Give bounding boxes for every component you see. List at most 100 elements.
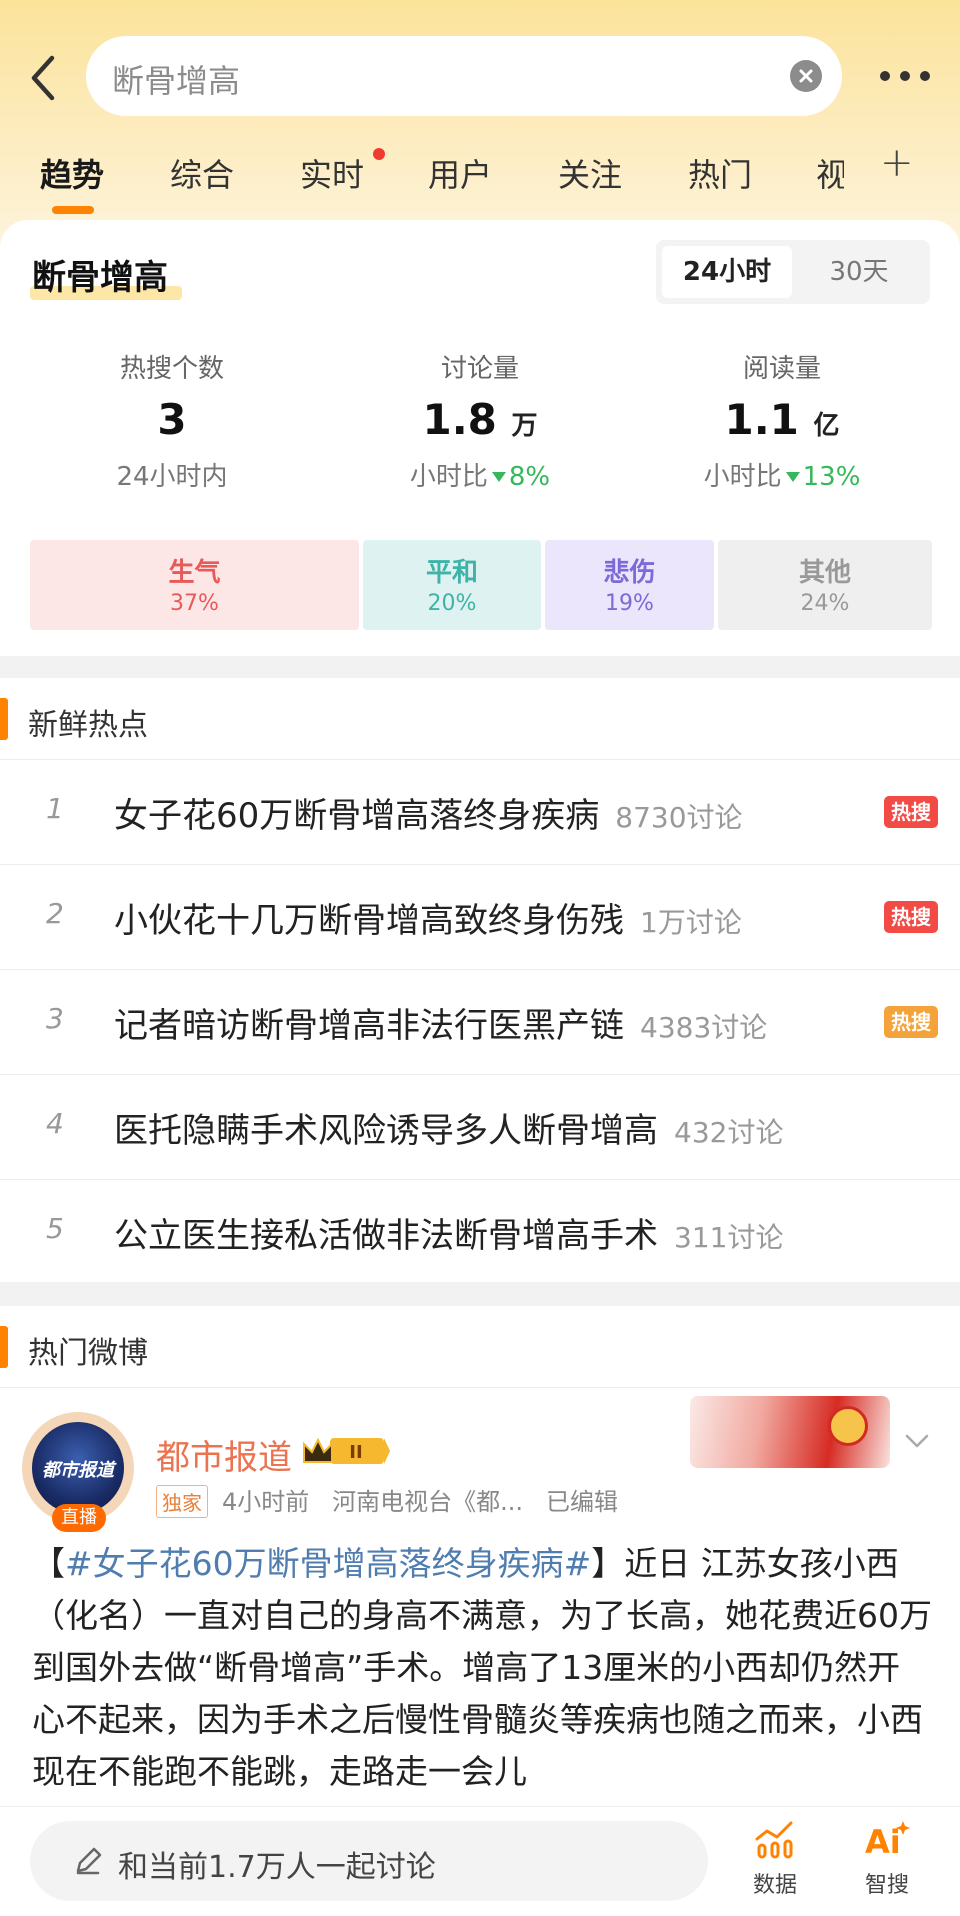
tab-comprehensive[interactable]: 综合 [170,150,234,196]
close-icon [799,69,813,83]
edited-label: 已编辑 [545,1488,618,1516]
stat-value: 1.8 万 [422,395,538,444]
discussion-count: 4383讨论 [640,1011,768,1044]
section-header: 热门微博 [0,1306,960,1388]
clear-search-button[interactable] [790,60,822,92]
hot-topic-row[interactable]: 2 小伙花十几万断骨增高致终身伤残 1万讨论 热搜 [0,865,960,970]
hashtag-link[interactable]: #女子花60万断骨增高落终身疾病# [65,1544,591,1583]
data-button[interactable]: 数据 [730,1819,820,1899]
hot-weibo-section: 热门微博 都市报道 直播 都市报道 II 独家 4小时前 河南电视台《都... 已… [0,1306,960,1826]
level-label: II [349,1442,362,1463]
search-result-page: 断骨增高 趋势 综合 实时 用户 关注 热门 视 + 断骨增高 24小时 30天… [0,0,960,1916]
more-dot-icon [880,71,890,81]
stat-label: 讨论量 [440,354,519,384]
emblem-icon [828,1406,868,1446]
stat-label: 热搜个数 [119,354,224,384]
hot-topic-row[interactable]: 5 公立医生接私活做非法断骨增高手术 311讨论 [0,1180,960,1285]
topic-title: 断骨增高 [32,258,168,298]
avatar-logo-text: 都市报道 [42,1460,114,1481]
discussion-count: 8730讨论 [615,801,743,834]
ai-icon: Ai [865,1821,910,1861]
rank-number: 1 [46,792,64,825]
hot-topic-row[interactable]: 1 女子花60万断骨增高落终身疾病 8730讨论 热搜 [0,760,960,865]
topic-title: 女子花60万断骨增高落终身疾病 8730讨论 [114,796,743,836]
stat-read-volume: 阅读量 1.1 亿 小时比 13% [632,348,932,493]
range-24h-option[interactable]: 24小时 [662,246,792,298]
vip-crown-icon: II [303,1437,390,1464]
stat-discussion-volume: 讨论量 1.8 万 小时比 8% [330,348,630,493]
avatar[interactable]: 都市报道 直播 [22,1412,134,1532]
emotion-other[interactable]: 其他 24% [718,540,932,630]
trend-overview-card: 断骨增高 24小时 30天 热搜个数 3 24小时内 讨论量 1.8 万 小时比… [0,220,960,656]
stat-value: 3 [157,395,187,444]
hot-search-badge: 热搜 [884,796,938,828]
section-header: 新鲜热点 [0,678,960,760]
post-content[interactable]: 【#女子花60万断骨增高落终身疾病#】近日 江苏女孩小西（化名）一直对自己的身高… [32,1538,932,1798]
discussion-count: 311讨论 [674,1221,784,1254]
avatar-image: 都市报道 [32,1422,124,1514]
emotion-calm[interactable]: 平和 20% [363,540,541,630]
stat-hot-search-count: 热搜个数 3 24小时内 [22,348,322,493]
down-arrow-icon [785,472,800,482]
rank-number: 3 [46,1002,64,1035]
topic-title: 公立医生接私活做非法断骨增高手术 311讨论 [114,1216,784,1256]
post-meta: 独家 4小时前 河南电视台《都... 已编辑 [156,1482,618,1518]
chevron-down-icon[interactable] [904,1432,930,1450]
tab-following[interactable]: 关注 [558,150,622,196]
rank-number: 2 [46,897,64,930]
section-accent-bar [0,1326,8,1368]
section-title: 新鲜热点 [28,708,148,743]
discussion-count: 1万讨论 [640,906,742,939]
hot-search-badge: 热搜 [884,1006,938,1038]
more-options-button[interactable] [878,64,932,90]
live-badge: 直播 [52,1504,106,1532]
tool-label: 数据 [752,1873,797,1898]
back-button[interactable] [22,48,66,108]
hot-topic-row[interactable]: 4 医托隐瞒手术风险诱导多人断骨增高 432讨论 [0,1075,960,1180]
more-dot-icon [900,71,910,81]
stat-sub: 小时比 13% [703,462,861,492]
back-arrow-icon [31,55,55,101]
tab-realtime[interactable]: 实时 [300,150,364,196]
svg-text:Ai: Ai [865,1823,901,1859]
tab-video[interactable]: 视 [816,150,844,196]
rank-number: 5 [46,1212,64,1245]
emotion-sad[interactable]: 悲伤 19% [545,540,714,630]
stat-sub: 小时比 8% [409,462,551,492]
header: 断骨增高 趋势 综合 实时 用户 关注 热门 视 + [0,0,960,250]
post-time: 4小时前 [222,1488,310,1516]
author-name[interactable]: 都市报道 [156,1430,292,1479]
down-arrow-icon [491,472,506,482]
search-input[interactable]: 断骨增高 [86,36,842,116]
emotion-angry[interactable]: 生气 37% [30,540,359,630]
more-dot-icon [920,71,930,81]
active-tab-indicator [52,206,94,214]
section-title: 热门微博 [28,1336,148,1371]
hot-topic-row[interactable]: 3 记者暗访断骨增高非法行医黑产链 4383讨论 热搜 [0,970,960,1075]
ai-search-button[interactable]: Ai 智搜 [842,1819,932,1899]
post-source: 河南电视台《都... [332,1488,524,1516]
tab-users[interactable]: 用户 [428,150,492,196]
fresh-hot-topics-section: 新鲜热点 1 女子花60万断骨增高落终身疾病 8730讨论 热搜 2 小伙花十几万… [0,678,960,1282]
topic-title: 医托隐瞒手术风险诱导多人断骨增高 432讨论 [114,1111,784,1151]
discuss-input[interactable]: 和当前1.7万人一起讨论 [30,1821,708,1901]
stat-label: 阅读量 [742,354,821,384]
add-tab-button[interactable]: + [880,140,914,186]
decorative-banner [690,1396,890,1468]
tool-label: 智搜 [864,1873,909,1898]
tab-bar: 趋势 综合 实时 用户 关注 热门 视 + [0,140,960,220]
exclusive-tag: 独家 [156,1485,208,1518]
discuss-placeholder: 和当前1.7万人一起讨论 [118,1850,436,1885]
chart-icon [755,1821,793,1859]
tab-hot[interactable]: 热门 [688,150,752,196]
topic-title: 小伙花十几万断骨增高致终身伤残 1万讨论 [114,901,742,941]
search-query: 断骨增高 [112,62,241,100]
range-30d-option[interactable]: 30天 [794,246,924,298]
hot-search-badge: 热搜 [884,901,938,933]
time-range-toggle: 24小时 30天 [656,240,930,304]
rank-number: 4 [46,1107,64,1140]
bottom-bar: 和当前1.7万人一起讨论 数据 Ai 智搜 [0,1806,960,1916]
topic-title: 记者暗访断骨增高非法行医黑产链 4383讨论 [114,1006,768,1046]
new-content-dot [373,148,385,160]
tab-trend[interactable]: 趋势 [40,150,104,196]
